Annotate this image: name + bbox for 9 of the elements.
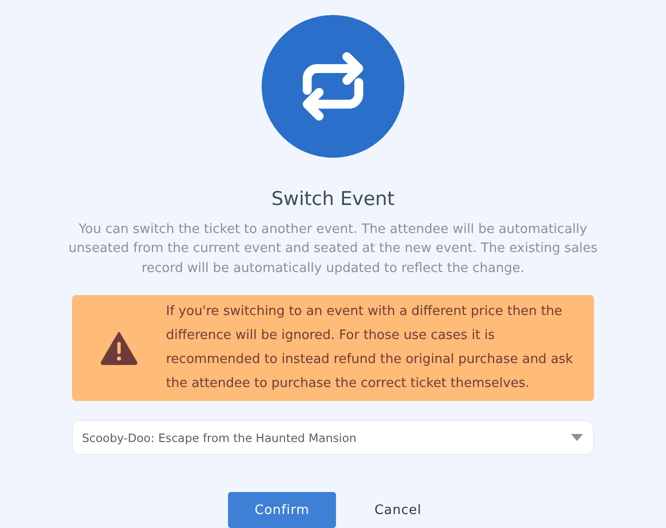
warning-text: If you're switching to an event with a different price then the difference will be ignored. For those use cases it is recommended to instead refund the original purchase and ask the attendee to purchase the correct ticket themselves. — [166, 303, 574, 394]
description-text: You can switch the ticket to another event. The attendee will be automatically unseated from the current event and seated at the new event. The existing sales record will be automatically updated to reflect the change. — [67, 220, 599, 278]
event-select[interactable]: Scooby-Doo: Escape from the Haunted Mansion — [72, 420, 594, 455]
caret-icon — [571, 434, 583, 442]
dialog-title: Switch Event — [271, 188, 395, 210]
warning-icon — [100, 331, 138, 366]
switch-arrows-icon — [261, 15, 405, 158]
confirm-button[interactable]: Confirm — [228, 492, 336, 528]
cancel-button[interactable]: Cancel — [358, 492, 438, 528]
